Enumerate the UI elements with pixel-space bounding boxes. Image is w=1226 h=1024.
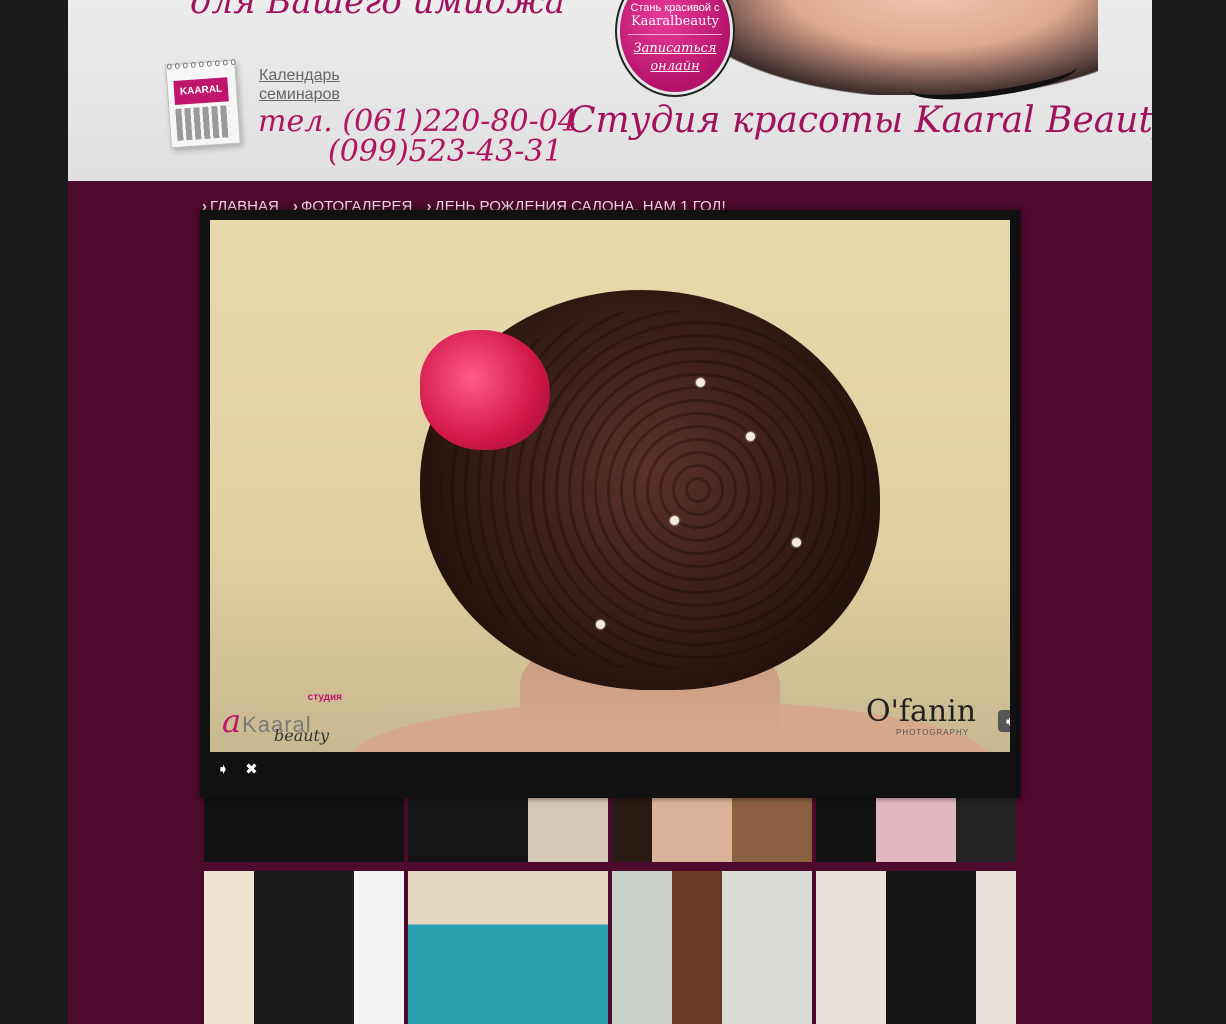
lightbox-photo[interactable]: студия aKaaral beauty O'fanin PHOTOGRAPH… <box>210 220 1010 752</box>
gallery-thumbnail[interactable] <box>816 871 1016 1024</box>
badge-line-1: Стань красивой с <box>630 2 720 14</box>
gallery-thumbnail[interactable] <box>204 871 404 1024</box>
header-slogan: для Вашего имиджа <box>190 0 566 22</box>
header-banner: Стань красивой с Kaaralbeauty Записаться… <box>568 0 1152 181</box>
photographer-watermark-logo: O'fanin PHOTOGRAPHY <box>866 694 977 737</box>
studio-name-logo: Студия красоты Kaaral Beauty <box>568 100 1152 141</box>
seminar-calendar-link[interactable]: Календарь семинаров <box>259 66 340 104</box>
gallery-thumbnail[interactable] <box>612 871 812 1024</box>
lightbox: студия aKaaral beauty O'fanin PHOTOGRAPH… <box>200 210 1020 798</box>
next-arrow-icon[interactable]: ➧ <box>998 710 1010 732</box>
online-signup-link[interactable]: Записаться онлайн <box>620 40 730 76</box>
calendar-icon[interactable]: ooooooooo KAARAL <box>165 56 241 149</box>
close-icon[interactable]: ✖ <box>240 760 262 780</box>
badge-line-2: Kaaralbeauty <box>630 14 720 29</box>
seminar-calendar-link-line-2[interactable]: семинаров <box>259 85 340 104</box>
seminar-calendar-link-line-1[interactable]: Календарь <box>259 66 340 85</box>
gallery-thumbnail[interactable] <box>408 871 608 1024</box>
online-signup-link-line-2[interactable]: онлайн <box>620 58 730 76</box>
kaaral-watermark-logo: студия aKaaral beauty <box>222 692 342 745</box>
online-signup-link-line-1[interactable]: Записаться <box>620 40 730 58</box>
play-slideshow-icon[interactable]: ➧ <box>212 760 234 780</box>
lightbox-controls: ➧ ✖ <box>212 760 264 780</box>
hair-flower-image <box>420 330 550 450</box>
site-header: для Вашего имиджа ooooooooo KAARAL Кален… <box>68 0 1152 181</box>
phone-number-2: (099)523-43-31 <box>328 134 563 169</box>
